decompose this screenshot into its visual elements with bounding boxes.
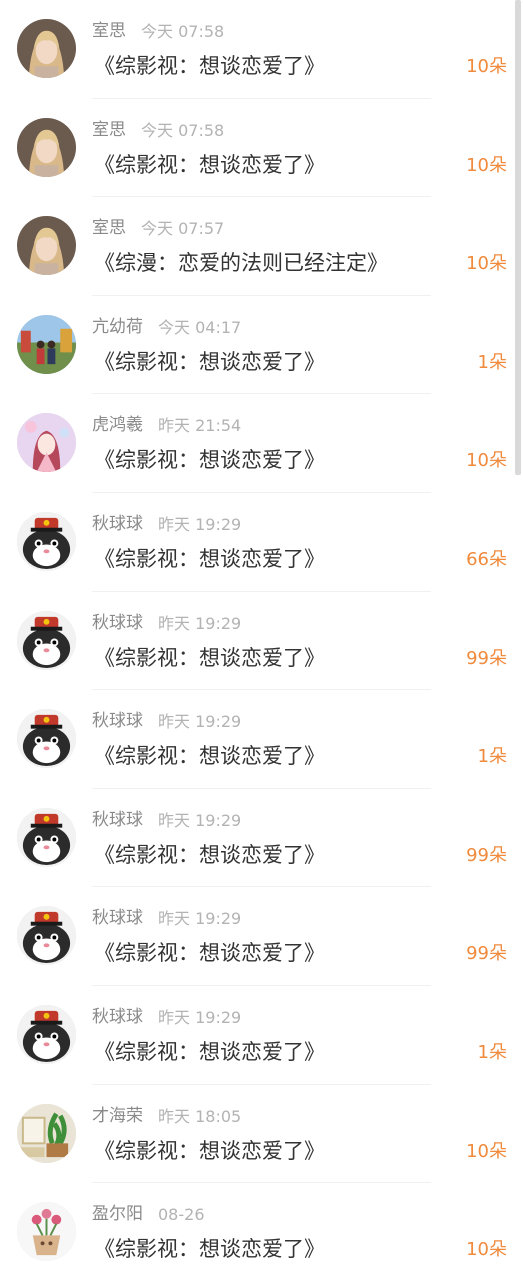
book-title: 《综漫：恋爱的法则已经注定》	[94, 251, 388, 276]
plant-photo-avatar	[17, 1103, 76, 1163]
sender-name[interactable]: 才海荣	[92, 1105, 143, 1127]
timestamp: 昨天 19:29	[158, 1008, 242, 1027]
sender-name[interactable]: 秋球球	[92, 513, 143, 535]
avatar[interactable]	[17, 117, 76, 177]
list-item[interactable]: 秋球球 昨天 19:29 《综影视：想谈恋爱了》 66朵	[0, 493, 523, 592]
sender-name[interactable]: 盈尔阳	[92, 1203, 143, 1225]
book-title: 《综影视：想谈恋爱了》	[94, 349, 325, 374]
girl-blonde-avatar	[17, 216, 76, 276]
timestamp: 昨天 19:29	[158, 909, 242, 929]
flower-count: 10朵	[466, 56, 507, 77]
list-item[interactable]: 秋球球 昨天 19:29 《综影视：想谈恋爱了》 1朵	[0, 986, 523, 1085]
book-title: 《综影视：想谈恋爱了》	[94, 448, 325, 473]
cat-hat-avatar	[17, 610, 76, 670]
book-title: 《综影视：想谈恋爱了》	[94, 1040, 325, 1064]
avatar[interactable]	[17, 1005, 76, 1064]
list-item[interactable]: 室思 今天 07:57 《综漫：恋爱的法则已经注定》 10朵	[0, 197, 523, 296]
list-item[interactable]: 秋球球 昨天 19:29 《综影视：想谈恋爱了》 1朵	[0, 690, 523, 789]
flower-count: 99朵	[466, 943, 507, 965]
book-title: 《综影视：想谈恋爱了》	[94, 547, 325, 571]
sender-name[interactable]: 秋球球	[92, 1006, 143, 1028]
sender-name[interactable]: 秋球球	[92, 612, 143, 634]
list-item[interactable]: 室思 今天 07:58 《综影视：想谈恋爱了》 10朵	[0, 0, 523, 99]
list-item[interactable]: 秋球球 昨天 19:29 《综影视：想谈恋爱了》 99朵	[0, 789, 523, 888]
book-title: 《综影视：想谈恋爱了》	[94, 1237, 325, 1262]
avatar[interactable]	[17, 512, 76, 571]
list-item[interactable]: 才海荣 昨天 18:05 《综影视：想谈恋爱了》 10朵	[0, 1085, 523, 1184]
flower-count: 99朵	[466, 647, 507, 669]
girl-blonde-avatar	[17, 117, 76, 177]
cat-hat-avatar	[17, 807, 76, 867]
timestamp: 今天 07:58	[141, 120, 225, 140]
avatar[interactable]	[17, 19, 76, 78]
timestamp: 昨天 18:05	[158, 1106, 242, 1126]
flower-count: 10朵	[466, 1140, 507, 1162]
flower-count: 99朵	[466, 844, 507, 866]
avatar[interactable]	[17, 1103, 76, 1163]
avatar[interactable]	[17, 413, 76, 473]
list-item[interactable]: 室思 今天 07:58 《综影视：想谈恋爱了》 10朵	[0, 99, 523, 198]
flower-count: 10朵	[466, 1239, 507, 1261]
flower-count: 10朵	[466, 450, 507, 472]
cat-hat-avatar	[17, 709, 76, 769]
avatar[interactable]	[17, 807, 76, 867]
sender-name[interactable]: 室思	[92, 20, 126, 42]
list-item[interactable]: 秋球球 昨天 19:29 《综影视：想谈恋爱了》 99朵	[0, 592, 523, 691]
cat-hat-avatar	[17, 1005, 76, 1064]
avatar[interactable]	[17, 314, 76, 374]
sender-name[interactable]: 秋球球	[92, 710, 143, 732]
book-title: 《综影视：想谈恋爱了》	[94, 54, 325, 78]
girl-blonde-avatar	[17, 19, 76, 78]
book-title: 《综影视：想谈恋爱了》	[94, 152, 325, 177]
book-title: 《综影视：想谈恋爱了》	[94, 744, 325, 769]
sender-name[interactable]: 亢幼荷	[92, 316, 143, 338]
list-item[interactable]: 盈尔阳 08-26 《综影视：想谈恋爱了》 10朵	[0, 1183, 523, 1280]
timestamp: 08-26	[158, 1205, 205, 1225]
sender-name[interactable]: 虎鸿羲	[92, 414, 143, 436]
flower-count: 10朵	[466, 253, 507, 275]
flower-pot-avatar	[17, 1202, 76, 1262]
timestamp: 昨天 21:54	[158, 416, 242, 436]
avatar[interactable]	[17, 709, 76, 769]
book-title: 《综影视：想谈恋爱了》	[94, 1138, 325, 1163]
flower-count: 10朵	[466, 154, 507, 176]
sender-name[interactable]: 秋球球	[92, 907, 143, 929]
avatar[interactable]	[17, 216, 76, 276]
outdoor-photo-avatar	[17, 314, 76, 374]
sender-name[interactable]: 室思	[92, 119, 126, 141]
timestamp: 今天 07:57	[141, 219, 225, 239]
timestamp: 昨天 19:29	[158, 810, 242, 830]
avatar[interactable]	[17, 1202, 76, 1262]
book-title: 《综影视：想谈恋爱了》	[94, 645, 325, 670]
avatar[interactable]	[17, 906, 76, 966]
gift-record-list: 室思 今天 07:58 《综影视：想谈恋爱了》 10朵 室思 今天 07:58 《综影视：想…	[0, 0, 523, 1280]
sender-name[interactable]: 室思	[92, 217, 126, 239]
cat-hat-avatar	[17, 512, 76, 571]
list-item[interactable]: 秋球球 昨天 19:29 《综影视：想谈恋爱了》 99朵	[0, 887, 523, 986]
flower-count: 1朵	[477, 351, 507, 373]
timestamp: 今天 04:17	[158, 317, 242, 337]
timestamp: 今天 07:58	[141, 22, 225, 41]
sender-name[interactable]: 秋球球	[92, 809, 143, 831]
cat-hat-avatar	[17, 906, 76, 966]
flower-count: 1朵	[477, 746, 507, 768]
flower-count: 1朵	[477, 1042, 507, 1063]
book-title: 《综影视：想谈恋爱了》	[94, 842, 325, 867]
timestamp: 昨天 19:29	[158, 712, 242, 732]
timestamp: 昨天 19:29	[158, 613, 242, 633]
list-item[interactable]: 亢幼荷 今天 04:17 《综影视：想谈恋爱了》 1朵	[0, 296, 523, 395]
timestamp: 昨天 19:29	[158, 515, 242, 534]
anime-girl-avatar	[17, 413, 76, 473]
flower-count: 66朵	[466, 549, 507, 570]
list-item[interactable]: 虎鸿羲 昨天 21:54 《综影视：想谈恋爱了》 10朵	[0, 394, 523, 493]
book-title: 《综影视：想谈恋爱了》	[94, 941, 325, 966]
avatar[interactable]	[17, 610, 76, 670]
